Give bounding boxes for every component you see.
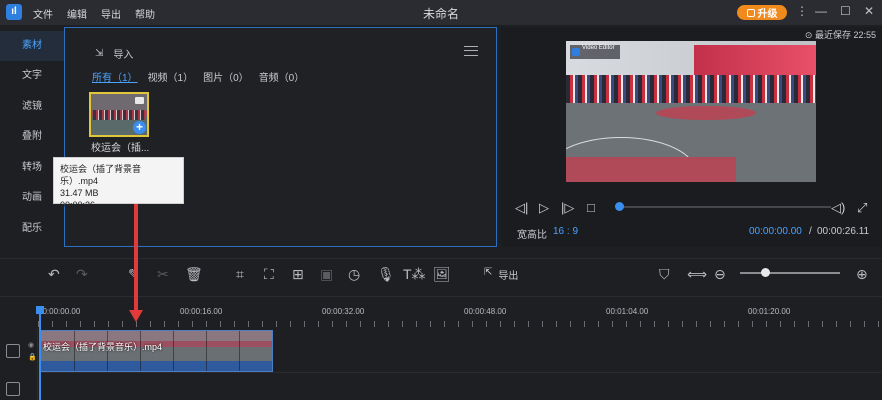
close-button[interactable]: ✕ bbox=[864, 4, 874, 18]
video-track-2-header bbox=[0, 374, 38, 400]
lock-track-icon[interactable]: 🔒 bbox=[28, 353, 37, 361]
watermark: Video Editor bbox=[570, 45, 620, 59]
crop-icon[interactable]: ⌗ bbox=[236, 266, 244, 283]
annotation-arrow bbox=[129, 202, 143, 322]
tooltip-filesize: 31.47 MB bbox=[60, 188, 99, 198]
prev-frame-icon[interactable]: ◁| bbox=[515, 200, 528, 216]
left-nav: 素材 文字 滤镜 叠附 转场 动画 配乐 bbox=[0, 27, 64, 247]
undo-icon[interactable]: ↶ bbox=[48, 266, 60, 283]
nav-item-filters[interactable]: 滤镜 bbox=[0, 92, 64, 122]
nav-item-overlays[interactable]: 叠附 bbox=[0, 122, 64, 152]
total-time: 00:00:26.11 bbox=[817, 226, 870, 237]
app-logo-icon: ıl bbox=[6, 4, 22, 20]
import-button[interactable]: ⇲ 导入 bbox=[95, 46, 133, 61]
nav-item-media[interactable]: 素材 bbox=[0, 31, 64, 61]
voiceover-icon[interactable]: 🎙 bbox=[377, 266, 395, 283]
marker-icon[interactable]: ⛉ bbox=[659, 266, 670, 283]
timeline-clip[interactable]: 校运会（插了背景音乐）.mp4 bbox=[40, 330, 273, 372]
add-to-timeline-icon[interactable]: + bbox=[133, 121, 146, 134]
maximize-button[interactable]: ☐ bbox=[840, 4, 851, 18]
video-track-header: ◉ 🔒 bbox=[0, 329, 38, 373]
split-icon[interactable]: ✂ bbox=[157, 266, 169, 283]
filter-image[interactable]: 图片（0） bbox=[203, 69, 249, 84]
media-item-name: 校运会（插... bbox=[91, 143, 150, 154]
zoom-slider[interactable] bbox=[740, 272, 840, 274]
tooltip-filename: 校运会（插了背景音乐）.mp4 bbox=[60, 164, 142, 186]
image-icon[interactable]: 🖼 bbox=[433, 266, 451, 283]
title-bar: ıl 文件 编辑 导出 帮助 未命名 升级 ⋮ — ☐ ✕ bbox=[0, 0, 882, 25]
ruler-label: 00:01:04.00 bbox=[606, 307, 649, 316]
upgrade-button[interactable]: 升级 bbox=[737, 5, 787, 20]
ruler-label: 00:00:48.00 bbox=[464, 307, 507, 316]
playhead[interactable] bbox=[36, 306, 44, 400]
next-frame-icon[interactable]: |▷ bbox=[561, 200, 574, 216]
ruler-label: 00:01:20.00 bbox=[748, 307, 791, 316]
time-separator: / bbox=[809, 226, 812, 237]
freeze-frame-icon[interactable]: ▣ bbox=[320, 266, 333, 283]
upgrade-label: 升级 bbox=[757, 9, 778, 20]
current-time: 00:00:00.00 bbox=[749, 226, 802, 237]
export-label: 导出 bbox=[498, 271, 519, 282]
text-to-speech-icon[interactable]: T⁂ bbox=[403, 266, 426, 283]
media-tooltip: 校运会（插了背景音乐）.mp4 31.47 MB 00:00:26 bbox=[53, 157, 184, 210]
ruler-label: 00:00:32.00 bbox=[322, 307, 365, 316]
playback-progress-bar[interactable] bbox=[615, 202, 831, 211]
import-label: 导入 bbox=[113, 50, 134, 61]
edit-toolbar: ↶ ↷ ✎ ✂ 🗑 ⌗ ⛶ ⊞ ▣ ◷ 🎙 T⁂ 🖼 ⇱ 导出 ⛉ ⟺ ⊖ ⊕ bbox=[0, 258, 882, 290]
stop-icon[interactable]: □ bbox=[587, 200, 595, 215]
video-track-2[interactable] bbox=[38, 374, 882, 400]
export-button[interactable]: ⇱ 导出 bbox=[484, 267, 518, 282]
ruler-label: 00:00:16.00 bbox=[180, 307, 223, 316]
fullscreen-icon[interactable]: ⤢ bbox=[857, 200, 867, 216]
menu-file[interactable]: 文件 bbox=[33, 6, 53, 21]
film-icon bbox=[6, 344, 20, 358]
film-icon bbox=[6, 382, 20, 396]
tooltip-duration: 00:00:26 bbox=[60, 200, 96, 210]
list-view-icon[interactable] bbox=[464, 46, 478, 56]
filter-audio[interactable]: 音频（0） bbox=[259, 69, 305, 84]
fit-timeline-icon[interactable]: ⟺ bbox=[687, 266, 707, 283]
menu-export[interactable]: 导出 bbox=[101, 6, 121, 21]
menu-bar: 文件 编辑 导出 帮助 bbox=[33, 6, 155, 21]
media-thumbnail[interactable]: + bbox=[89, 92, 149, 137]
delete-icon[interactable]: 🗑 bbox=[185, 266, 203, 283]
aspect-ratio-value[interactable]: 16 : 9 bbox=[553, 226, 578, 237]
progress-knob[interactable] bbox=[615, 202, 624, 211]
play-icon[interactable]: ▷ bbox=[539, 200, 549, 216]
ruler-label: 00:00:00.00 bbox=[38, 307, 81, 316]
export-icon: ⇱ bbox=[484, 267, 493, 278]
nav-item-music[interactable]: 配乐 bbox=[0, 214, 64, 244]
volume-icon[interactable]: ◁) bbox=[831, 200, 845, 216]
filter-all[interactable]: 所有（1） bbox=[92, 69, 138, 84]
speed-icon[interactable]: ◷ bbox=[348, 266, 360, 283]
menu-edit[interactable]: 编辑 bbox=[67, 6, 87, 21]
filter-video[interactable]: 视频（1） bbox=[148, 69, 194, 84]
preview-panel: ⊙ 最近保存 22:55 Video Editor ◁| ▷ |▷ □ ◁) ⤢… bbox=[501, 27, 882, 247]
video-camera-icon bbox=[135, 97, 144, 104]
lock-icon bbox=[746, 8, 755, 17]
menu-help[interactable]: 帮助 bbox=[135, 6, 155, 21]
redo-icon[interactable]: ↷ bbox=[76, 266, 88, 283]
nav-item-text[interactable]: 文字 bbox=[0, 61, 64, 91]
zoom-out-icon[interactable]: ⊖ bbox=[714, 266, 726, 283]
time-ruler[interactable] bbox=[38, 321, 882, 327]
aspect-ratio-label: 宽高比 bbox=[517, 230, 547, 241]
mosaic-icon[interactable]: ⊞ bbox=[292, 266, 304, 283]
media-filter-tabs: 所有（1） 视频（1） 图片（0） 音频（0） bbox=[92, 69, 304, 84]
video-preview[interactable]: Video Editor bbox=[566, 41, 816, 182]
zoom-in-icon[interactable]: ⊕ bbox=[856, 266, 868, 283]
media-panel: ⇲ 导入 所有（1） 视频（1） 图片（0） 音频（0） + 校运会（插... bbox=[64, 27, 497, 247]
clip-label: 校运会（插了背景音乐）.mp4 bbox=[43, 342, 163, 352]
minimize-button[interactable]: — bbox=[815, 4, 827, 18]
zoom-crop-icon[interactable]: ⛶ bbox=[264, 266, 274, 283]
zoom-slider-knob[interactable] bbox=[761, 268, 770, 277]
import-icon: ⇲ bbox=[95, 48, 104, 59]
autosave-status: ⊙ 最近保存 22:55 bbox=[804, 30, 876, 40]
visibility-icon[interactable]: ◉ bbox=[28, 341, 34, 349]
more-options-icon[interactable]: ⋮ bbox=[796, 4, 808, 18]
